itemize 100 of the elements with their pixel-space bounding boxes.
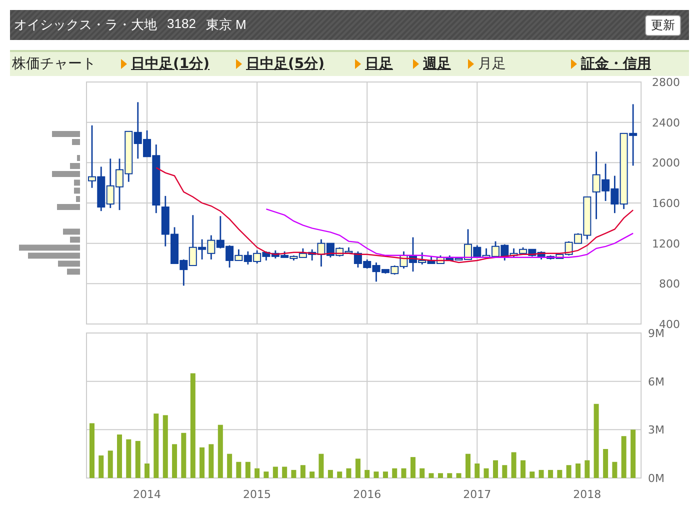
chart-tab[interactable]: 証金・信用 [581, 55, 651, 73]
volume-bar [282, 466, 288, 478]
volume-bar [364, 470, 370, 478]
triangle-icon [413, 59, 419, 69]
volume-bar [603, 449, 608, 478]
volume-bar [310, 472, 315, 478]
candlestick [106, 158, 114, 208]
triangle-icon [571, 59, 577, 69]
volume-bar [337, 472, 342, 478]
volume-bar [511, 452, 516, 478]
volume-bar [428, 473, 434, 478]
volume-bar [612, 462, 618, 478]
volume-bar [245, 462, 250, 478]
candlestick [253, 250, 262, 264]
volume-bar [254, 468, 260, 478]
volume-bar [420, 468, 425, 478]
axis-label: 2800 [652, 76, 680, 89]
volume-bar [90, 423, 94, 478]
volume-bar [566, 465, 572, 478]
axis-label: 2018 [573, 488, 602, 501]
triangle-icon [468, 59, 474, 69]
triangle-icon [121, 59, 127, 69]
volume-bar [218, 424, 223, 478]
candlestick [216, 216, 224, 248]
volume-bar [162, 415, 168, 478]
volume-bar [126, 439, 132, 478]
axis-label: 2016 [353, 488, 382, 501]
chart-tab[interactable]: 日中足(5分) [246, 55, 325, 73]
triangle-icon [236, 59, 242, 69]
axis-label: 2014 [133, 488, 162, 501]
volume-bar [392, 468, 398, 478]
volume-bar [98, 455, 104, 478]
axis-label: 0M [648, 472, 664, 485]
volume-bar [576, 464, 581, 478]
candlestick [124, 130, 133, 182]
axis-label: 6M [648, 375, 664, 388]
volume-bar [208, 444, 214, 478]
axis-label: 2000 [652, 156, 680, 170]
volume-bar [493, 460, 498, 478]
volume-bar [200, 447, 205, 478]
axis-label: 1200 [652, 237, 680, 250]
axis-label: 2017 [463, 488, 492, 501]
chart-tab[interactable]: 日中足(1分) [131, 55, 210, 73]
candlestick [271, 250, 280, 258]
axis-label: 3M [648, 424, 664, 437]
volume-bar [584, 460, 590, 478]
volume-bar [355, 458, 360, 478]
chart-tab[interactable]: 月足 [478, 55, 506, 73]
chart-tab[interactable]: 週足 [423, 55, 451, 73]
axis-label: 2015 [243, 488, 272, 501]
volume-bar [621, 436, 626, 478]
axis-label: 400 [659, 318, 680, 329]
volume-bar [227, 454, 232, 478]
chart-tab[interactable]: 日足 [365, 55, 393, 73]
candlestick [262, 251, 270, 260]
company-name: オイシックス・ラ・大地 [14, 16, 157, 34]
axis-label: 9M [648, 329, 664, 340]
refresh-button[interactable]: 更新 [645, 14, 681, 36]
volume-bar [318, 454, 324, 478]
triangle-icon [355, 59, 361, 69]
volume-bar [520, 460, 526, 478]
volume-bar [264, 472, 269, 478]
volume-bar [484, 468, 489, 478]
volume-bar [181, 432, 186, 478]
volume-bar [447, 473, 452, 478]
volume-bar [438, 473, 443, 478]
volume-bar [374, 472, 379, 478]
nav-label: 株価チャート [11, 55, 97, 73]
volume-bar [172, 444, 178, 478]
volume-bar [117, 434, 122, 478]
volume-bar [557, 470, 562, 478]
volume-bar [236, 462, 242, 478]
volume-bar [474, 464, 480, 478]
candlestick [97, 166, 106, 212]
volume-bar [328, 470, 333, 478]
axis-label: 1600 [652, 197, 680, 210]
volume-bar [272, 466, 278, 478]
candlestick [629, 104, 638, 166]
volume-bar [401, 468, 406, 478]
volume-bar [538, 470, 544, 478]
volume-bar [144, 464, 150, 478]
volume-bar [346, 468, 352, 478]
volume-bar [530, 472, 535, 478]
volume-bar [502, 465, 508, 478]
volume-bar [300, 465, 306, 478]
volume-bar [154, 414, 159, 478]
volume-bar [548, 470, 554, 478]
volume-bar [410, 457, 416, 478]
axis-label: 800 [659, 278, 680, 291]
volume-bar [382, 472, 388, 478]
volume-bar [291, 470, 296, 478]
candlestick [244, 251, 252, 264]
volume-bar [466, 454, 470, 478]
volume-bar [456, 473, 462, 478]
candlestick [207, 235, 216, 260]
candlestick [170, 227, 179, 264]
market-label: 東京 M [206, 16, 246, 34]
volume-bar [108, 450, 113, 478]
volume-bar [630, 430, 636, 478]
candlestick [161, 196, 170, 246]
